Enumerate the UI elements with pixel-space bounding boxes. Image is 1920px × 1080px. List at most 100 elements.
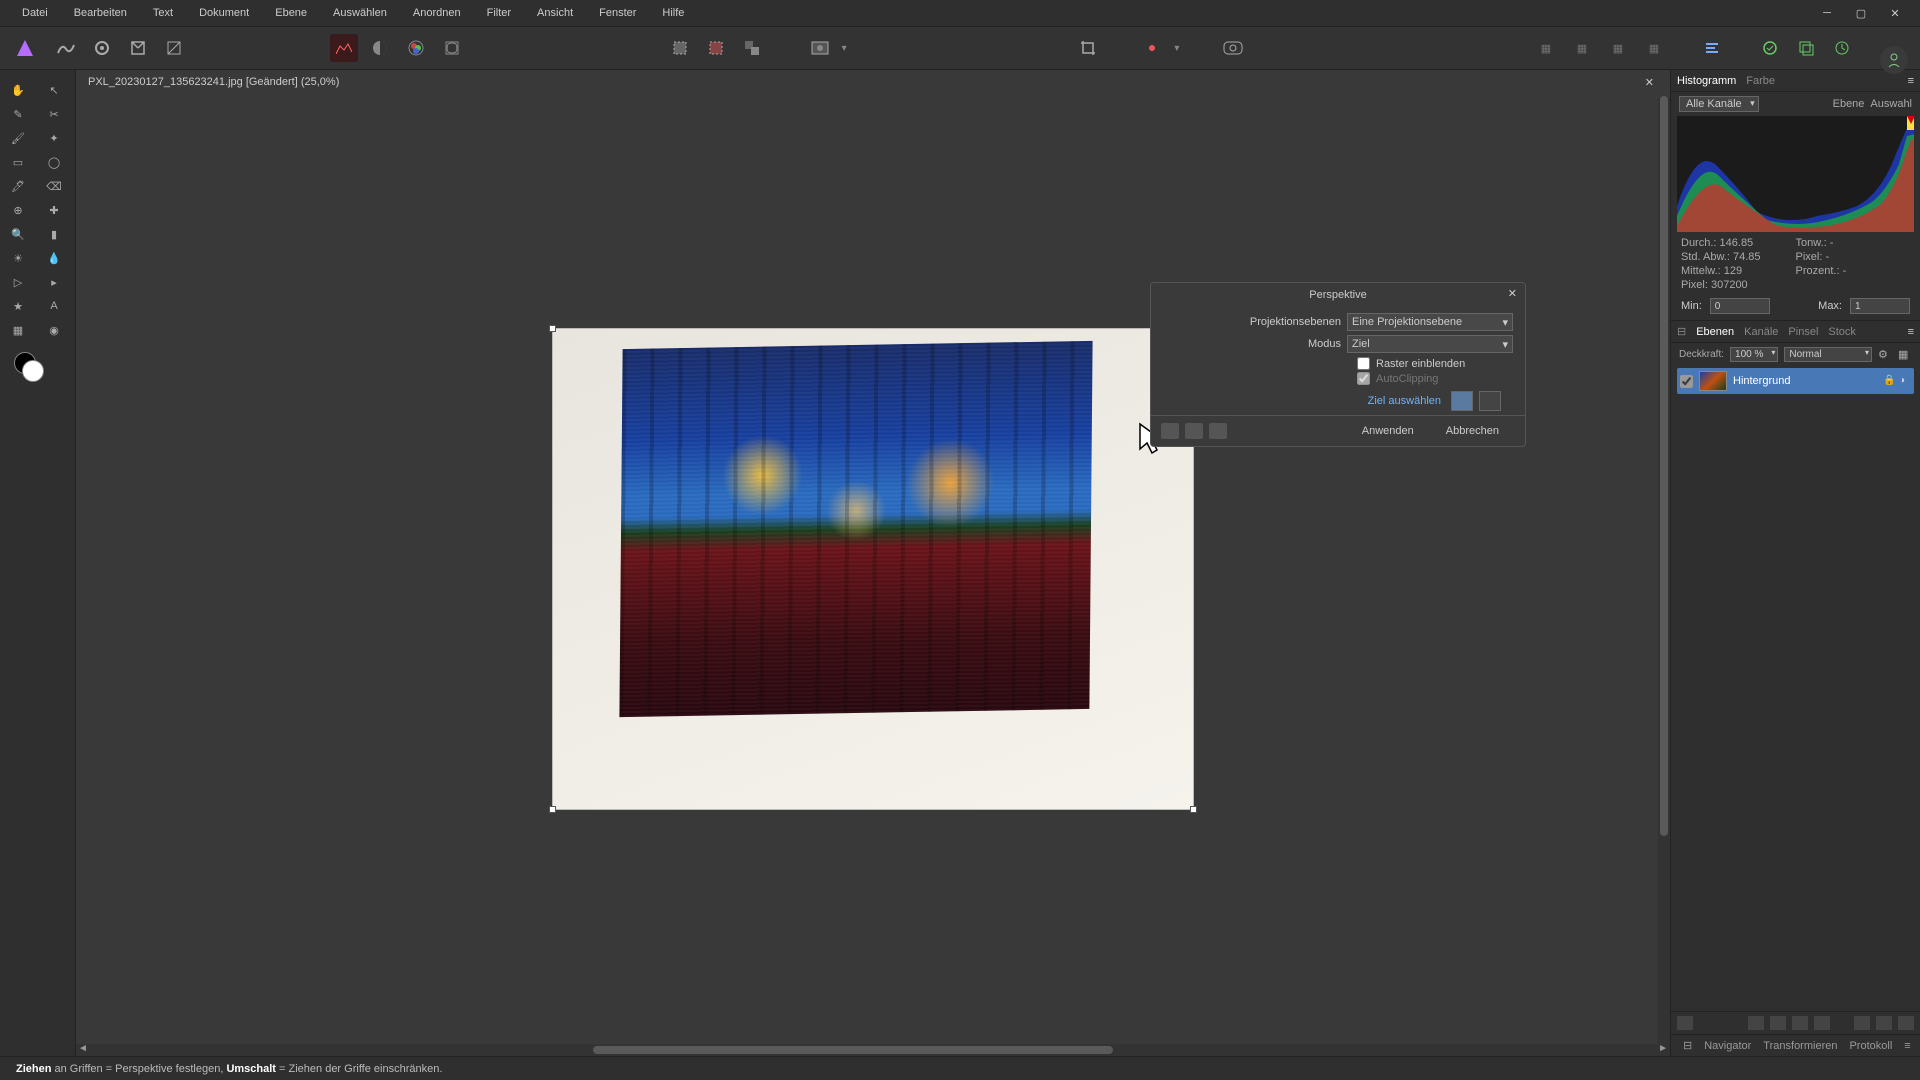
panel-menu-icon[interactable]: ≡	[1904, 1040, 1910, 1052]
account-icon[interactable]	[1880, 46, 1908, 74]
color-swatches[interactable]	[14, 352, 44, 382]
tab-histogram[interactable]: Histogramm	[1677, 75, 1736, 87]
autowhitebalance-icon[interactable]	[402, 34, 430, 62]
canvas-image[interactable]	[553, 329, 1193, 809]
menu-layer[interactable]: Ebene	[269, 3, 313, 23]
perspective-handle-br[interactable]	[1190, 806, 1197, 813]
menu-file[interactable]: Datei	[16, 3, 54, 23]
grid-tool-icon[interactable]: ▦	[0, 318, 36, 342]
apply-button[interactable]: Anwenden	[1346, 422, 1430, 440]
min-input[interactable]	[1710, 298, 1770, 314]
align-panel-icon[interactable]	[1698, 34, 1726, 62]
blur-tool-icon[interactable]: 💧	[36, 246, 72, 270]
pen-tool-icon[interactable]: ✎	[0, 102, 36, 126]
persona-develop-icon[interactable]	[124, 34, 152, 62]
dodge-tool-icon[interactable]: ☀	[0, 246, 36, 270]
tab-history[interactable]: Protokoll	[1849, 1040, 1892, 1052]
node-tool-icon[interactable]: ▸	[36, 270, 72, 294]
tab-channels[interactable]: Kanäle	[1744, 326, 1778, 338]
menu-filter[interactable]: Filter	[481, 3, 517, 23]
selection-mode-1-icon[interactable]	[666, 34, 694, 62]
group-icon[interactable]	[1814, 1016, 1830, 1030]
crop-tool-icon[interactable]: ✂	[36, 102, 72, 126]
gear-icon[interactable]: ⚙	[1878, 348, 1892, 362]
scope-layer[interactable]: Ebene	[1833, 98, 1865, 110]
lock-icon[interactable]: 🔒	[1883, 375, 1895, 387]
autocontrast-icon[interactable]	[366, 34, 394, 62]
tab-brushes[interactable]: Pinsel	[1788, 326, 1818, 338]
projection-dropdown[interactable]: Eine Projektionsebene▾	[1347, 313, 1513, 331]
assistant-icon[interactable]	[1138, 34, 1166, 62]
star-tool-icon[interactable]: ★	[0, 294, 36, 318]
panel-menu-icon[interactable]: ≡	[1908, 75, 1914, 87]
fill-tool-icon[interactable]: ▮	[36, 222, 72, 246]
scope-selection[interactable]: Auswahl	[1870, 98, 1912, 110]
toggle-before-icon[interactable]	[1451, 391, 1473, 411]
close-document-icon[interactable]: ✕	[1645, 76, 1654, 89]
link-icon[interactable]: ◑	[1899, 375, 1911, 387]
layer-visibility-checkbox[interactable]	[1680, 375, 1693, 388]
toggle-after-icon[interactable]	[1479, 391, 1501, 411]
clone-tool-icon[interactable]: ⊕	[0, 198, 36, 222]
minimize-button[interactable]: ─	[1810, 2, 1844, 24]
move-tool-icon[interactable]: ↖	[36, 78, 72, 102]
close-window-button[interactable]: ✕	[1878, 2, 1912, 24]
heal-tool-icon[interactable]: ✚	[36, 198, 72, 222]
menu-view[interactable]: Ansicht	[531, 3, 579, 23]
shape-tool-icon[interactable]: ▷	[0, 270, 36, 294]
tab-transform[interactable]: Transformieren	[1763, 1040, 1837, 1052]
foreground-color-swatch[interactable]	[22, 360, 44, 382]
addlayer-icon[interactable]	[1854, 1016, 1870, 1030]
eye-tool-icon[interactable]: ◉	[36, 318, 72, 342]
lasso-tool-icon[interactable]: ◯	[36, 150, 72, 174]
marquee-tool-icon[interactable]: ▭	[0, 150, 36, 174]
zoom-tool-icon[interactable]: 🔍	[0, 222, 36, 246]
canvas-viewport[interactable]	[76, 94, 1670, 1044]
perspective-handle-tl[interactable]	[549, 325, 556, 332]
menu-window[interactable]: Fenster	[593, 3, 642, 23]
opacity-dropdown[interactable]: 100 %	[1730, 347, 1778, 362]
blendmode-dropdown[interactable]: Normal	[1784, 347, 1872, 362]
menu-help[interactable]: Hilfe	[656, 3, 690, 23]
perspective-dialog[interactable]: Perspektive ✕ Projektionsebenen Eine Pro…	[1150, 282, 1526, 447]
autocolor-icon[interactable]	[330, 34, 358, 62]
wand-tool-icon[interactable]: ✦	[36, 126, 72, 150]
panel-menu-icon[interactable]: ≡	[1908, 326, 1914, 338]
sync-3-icon[interactable]	[1828, 34, 1856, 62]
paint-tool-icon[interactable]: 🖊	[0, 174, 36, 198]
eraser-tool-icon[interactable]: ⌫	[36, 174, 72, 198]
select-target-button[interactable]: Ziel auswählen	[1368, 395, 1441, 407]
document-tab[interactable]: PXL_20230127_135623241.jpg [Geändert] (2…	[76, 70, 1670, 94]
mode-dropdown[interactable]: Ziel▾	[1347, 335, 1513, 353]
selection-mode-3-icon[interactable]	[738, 34, 766, 62]
maximize-button[interactable]: ▢	[1844, 2, 1878, 24]
scroll-right-icon[interactable]: ►	[1658, 1043, 1668, 1054]
horizontal-scrollbar-thumb[interactable]	[593, 1046, 1113, 1054]
dialog-titlebar[interactable]: Perspektive ✕	[1151, 283, 1525, 307]
persona-tone-icon[interactable]	[160, 34, 188, 62]
perspective-handle-bl[interactable]	[549, 806, 556, 813]
selection-mode-2-icon[interactable]	[702, 34, 730, 62]
menu-arrange[interactable]: Anordnen	[407, 3, 467, 23]
layers-panel-collapse-icon[interactable]: ⊟	[1677, 325, 1686, 338]
persona-photo-icon[interactable]	[52, 34, 80, 62]
brush-tool-icon[interactable]: 🖌	[0, 126, 36, 150]
autodistort-icon[interactable]	[438, 34, 466, 62]
menu-select[interactable]: Auswählen	[327, 3, 393, 23]
layers-filter-icon[interactable]	[1677, 1016, 1693, 1030]
tab-layers[interactable]: Ebenen	[1696, 326, 1734, 338]
quickmask-icon[interactable]	[806, 34, 834, 62]
layer-thumbnail[interactable]	[1699, 371, 1727, 391]
cancel-button[interactable]: Abbrechen	[1430, 422, 1515, 440]
menu-text[interactable]: Text	[147, 3, 179, 23]
merge-icon[interactable]	[1898, 1016, 1914, 1030]
panel-expand-icon[interactable]: ⊟	[1683, 1039, 1692, 1052]
channels-dropdown[interactable]: Alle Kanäle	[1679, 96, 1759, 112]
tab-navigator[interactable]: Navigator	[1704, 1040, 1751, 1052]
delete-icon[interactable]	[1876, 1016, 1892, 1030]
sync-1-icon[interactable]	[1756, 34, 1784, 62]
vertical-scrollbar[interactable]	[1658, 98, 1670, 1044]
horizontal-scrollbar[interactable]: ◄ ►	[76, 1044, 1670, 1056]
tab-stock[interactable]: Stock	[1828, 326, 1856, 338]
tab-color[interactable]: Farbe	[1746, 75, 1775, 87]
